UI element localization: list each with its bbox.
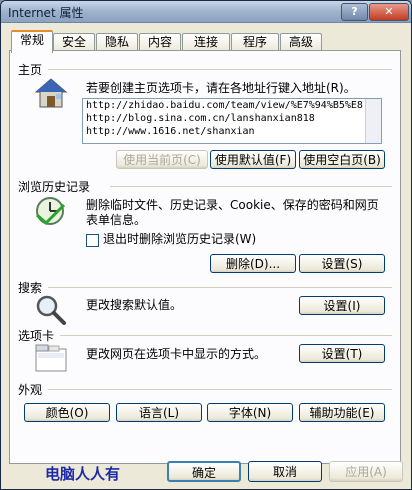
tab-advanced[interactable]: 高级	[280, 33, 322, 51]
home-section-title: 主页	[18, 63, 43, 77]
history-clock-icon	[36, 197, 66, 226]
accessibility-button[interactable]: 辅助功能(E)	[299, 403, 385, 422]
search-settings-button[interactable]: 设置(I)	[299, 296, 385, 315]
appearance-section-title: 外观	[18, 383, 43, 397]
magnifier-icon	[36, 295, 66, 325]
dialog-content: 常规 安全 隐私 内容 连接 程序 高级 主页 若要创建主页选项卡，请在各地址行…	[5, 23, 407, 487]
home-url-textarea[interactable]: http://zhidao.baidu.com/team/view/%E7%94…	[82, 98, 382, 144]
home-description: 若要创建主页选项卡，请在各地址行键入地址(R)。	[86, 81, 356, 95]
history-divider	[110, 186, 392, 187]
languages-button[interactable]: 语言(L)	[116, 403, 202, 422]
tab-programs[interactable]: 程序	[231, 33, 279, 51]
tab-content[interactable]: 内容	[139, 33, 181, 51]
title-bar[interactable]: Internet 属性 ? ✕	[1, 1, 411, 23]
history-description-line2: 表单信息。	[86, 213, 147, 227]
help-button[interactable]: ?	[341, 3, 368, 21]
search-description: 更改搜索默认值。	[86, 298, 183, 312]
colors-button[interactable]: 颜色(O)	[24, 403, 110, 422]
delete-on-exit-label[interactable]: 退出时删除浏览历史记录(W)	[103, 232, 256, 247]
general-tab-panel: 主页 若要创建主页选项卡，请在各地址行键入地址(R)。 http://zhida…	[9, 50, 401, 464]
close-button[interactable]: ✕	[369, 3, 409, 21]
tab-connections[interactable]: 连接	[182, 33, 230, 51]
tabs-description: 更改网页在选项卡中显示的方式。	[86, 347, 267, 361]
ok-button[interactable]: 确定	[167, 461, 241, 482]
tab-privacy[interactable]: 隐私	[96, 33, 138, 51]
use-current-button[interactable]: 使用当前页(C)	[116, 150, 208, 169]
tabs-divider	[60, 335, 392, 336]
home-url-line: http://www.1616.net/shanxian	[86, 126, 255, 137]
internet-options-window: Internet 属性 ? ✕ 常规 安全 隐私 内容 连接 程序 高级 主页 …	[0, 0, 412, 490]
url-scrollbar[interactable]	[365, 99, 381, 143]
fonts-button[interactable]: 字体(N)	[207, 403, 293, 422]
brand-watermark: 电脑人人有	[45, 465, 121, 483]
apply-button[interactable]: 应用(A)	[329, 461, 403, 482]
home-url-line: http://zhidao.baidu.com/team/view/%E7%94…	[86, 100, 363, 111]
tab-security[interactable]: 安全	[53, 33, 95, 51]
use-blank-button[interactable]: 使用空白页(B)	[299, 150, 385, 169]
delete-history-button[interactable]: 删除(D)...	[210, 254, 296, 273]
history-description-line1: 删除临时文件、历史记录、Cookie、保存的密码和网页	[86, 198, 379, 212]
delete-on-exit-checkbox[interactable]	[86, 234, 99, 247]
tabs-section-title: 选项卡	[18, 329, 55, 343]
tab-general[interactable]: 常规	[11, 30, 53, 53]
use-default-button[interactable]: 使用默认值(F)	[210, 150, 296, 169]
home-divider	[48, 69, 392, 70]
window-title: Internet 属性	[8, 6, 84, 20]
cancel-button[interactable]: 取消	[248, 461, 322, 482]
history-section-title: 浏览历史记录	[18, 180, 91, 194]
history-settings-button[interactable]: 设置(S)	[299, 254, 385, 273]
search-divider	[48, 287, 392, 288]
home-url-line: http://blog.sina.com.cn/lanshanxian818	[86, 113, 315, 124]
tabs-window-icon	[35, 344, 67, 372]
tabs-settings-button[interactable]: 设置(T)	[299, 344, 385, 363]
home-icon	[34, 78, 68, 108]
appearance-divider	[48, 389, 392, 390]
